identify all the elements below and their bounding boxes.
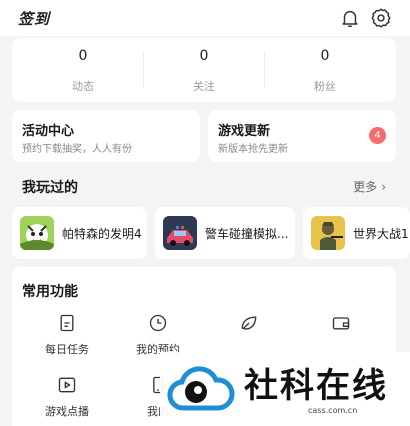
game-name: 警车碰撞模拟... [205, 227, 289, 241]
activity-center-subtitle: 预约下载抽奖，人人有份 [22, 144, 132, 155]
stat-following-label: 关注 [193, 80, 215, 93]
bell-icon[interactable] [339, 7, 361, 29]
game-thumbnail [20, 216, 54, 250]
stats-divider [143, 52, 144, 88]
brand-title[interactable]: 签到 [18, 8, 50, 29]
stat-followers[interactable]: 0 粉丝 [275, 48, 375, 94]
stat-posts-label: 动态 [72, 80, 94, 93]
played-game-card[interactable]: 世界大战1 [303, 207, 410, 259]
game-thumbnail [311, 216, 345, 250]
game-update-card[interactable]: 游戏更新 新版本抢先更新 4 [208, 110, 396, 162]
game-name: 世界大战1 [353, 227, 409, 241]
tool-item-3[interactable] [209, 313, 289, 341]
leaf-icon [241, 316, 257, 330]
played-section-title: 我玩过的 [22, 180, 78, 196]
stat-posts[interactable]: 0 动态 [33, 48, 133, 94]
cloud-logo-icon [167, 366, 235, 411]
update-count-badge: 4 [369, 127, 386, 144]
play-icon [58, 377, 76, 393]
gear-icon[interactable] [370, 7, 392, 29]
tool-my-reservation[interactable]: 我的预约 [118, 313, 198, 357]
clock-icon [149, 314, 167, 332]
watermark-text: 社科在线 [244, 366, 388, 406]
game-update-subtitle: 新版本抢先更新 [218, 144, 288, 155]
game-thumbnail [163, 216, 197, 250]
stat-following-value: 0 [199, 48, 209, 64]
stats-divider [264, 52, 265, 88]
watermark-overlay: 社科在线 cass.com.cn [160, 352, 410, 426]
tools-section-title: 常用功能 [22, 284, 78, 300]
tool-label: 每日任务 [45, 343, 89, 356]
more-link-label: 更多 [353, 180, 378, 194]
top-bar: 签到 [0, 0, 410, 36]
game-update-title: 游戏更新 [218, 124, 271, 139]
stat-posts-value: 0 [78, 48, 88, 64]
tool-label: 游戏点播 [45, 405, 89, 418]
task-icon [60, 314, 74, 332]
stat-followers-value: 0 [320, 48, 330, 64]
tool-daily-task[interactable]: 每日任务 [27, 313, 107, 357]
stat-following[interactable]: 0 关注 [154, 48, 254, 94]
chevron-right-icon: › [381, 180, 386, 194]
tool-game-vod[interactable]: 游戏点播 [27, 375, 107, 419]
played-game-card[interactable]: 帕特森的发明4 [12, 207, 147, 259]
game-name: 帕特森的发明4 [62, 227, 142, 241]
more-link[interactable]: 更多 › [353, 178, 386, 195]
activity-center-card[interactable]: 活动中心 预约下载抽奖，人人有份 [12, 110, 200, 162]
stats-card: 0 动态 0 关注 0 粉丝 [12, 38, 396, 102]
tool-item-4[interactable] [301, 313, 381, 341]
activity-center-title: 活动中心 [22, 124, 75, 139]
played-game-card[interactable]: 警车碰撞模拟... [155, 207, 295, 259]
wallet-icon [332, 317, 350, 330]
watermark-url: cass.com.cn [308, 406, 358, 415]
stat-followers-label: 粉丝 [314, 80, 336, 93]
